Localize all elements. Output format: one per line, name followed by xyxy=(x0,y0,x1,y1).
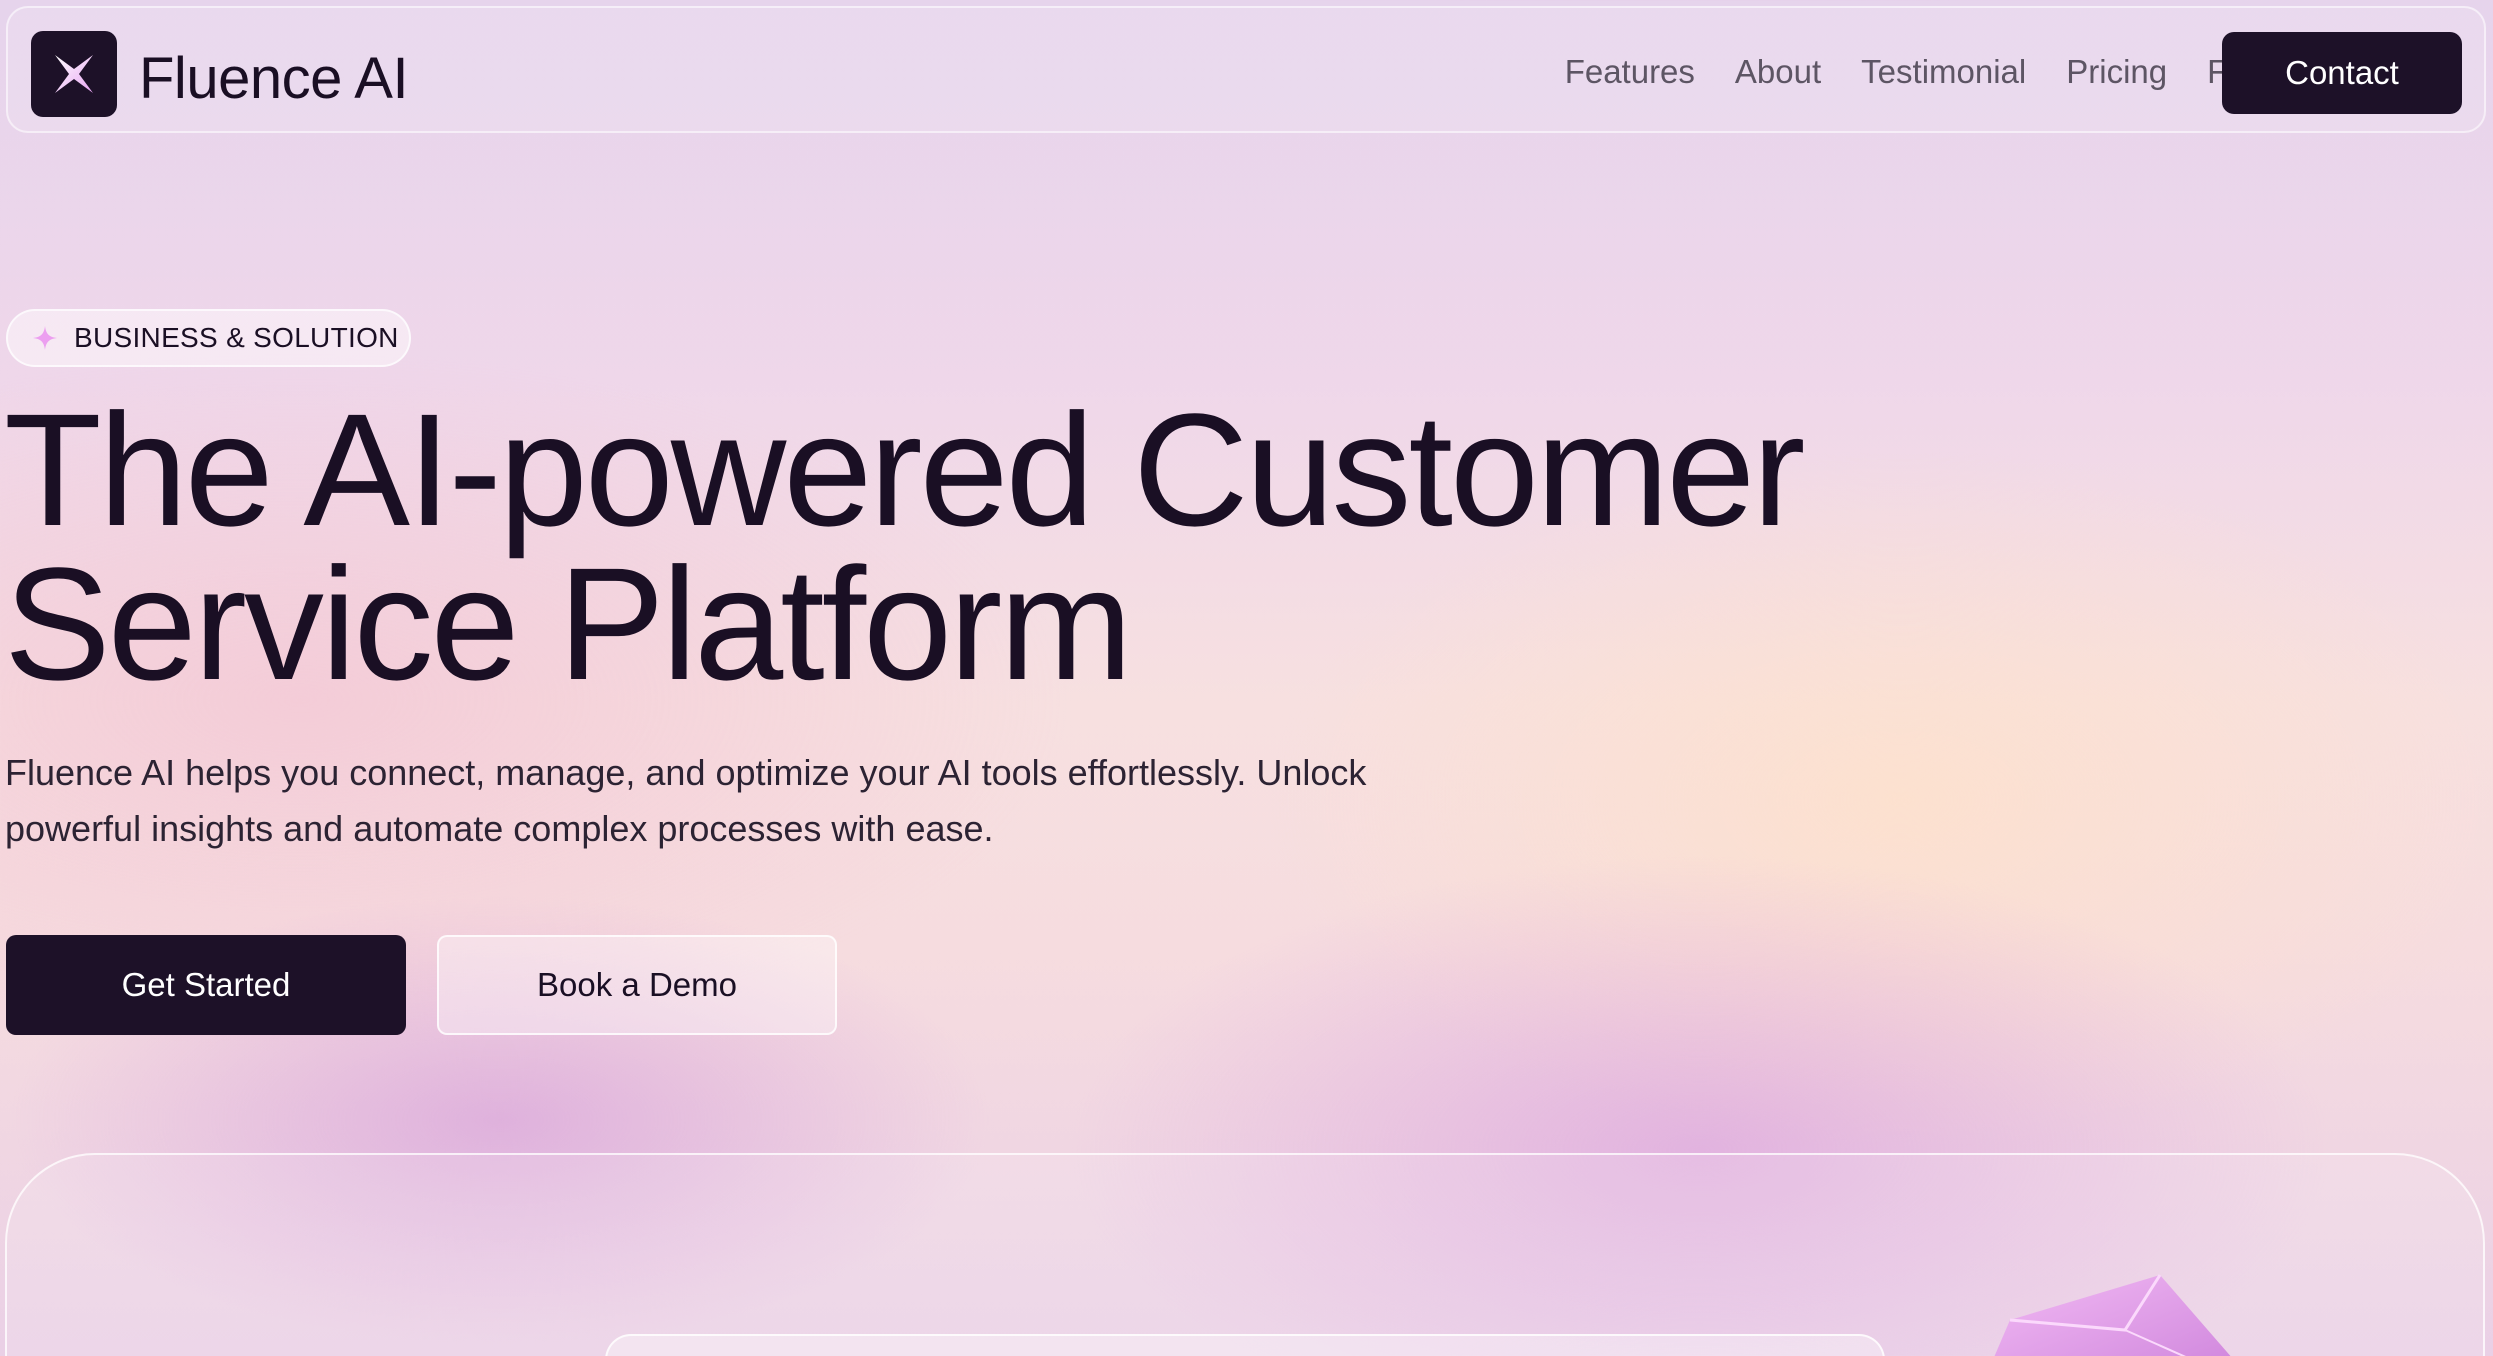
nav-link-pricing[interactable]: Pricing xyxy=(2066,53,2167,91)
category-badge: BUSINESS & SOLUTION xyxy=(6,309,411,367)
nav-link-testimonial[interactable]: Testimonial xyxy=(1861,53,2026,91)
crystal-decoration-icon xyxy=(1994,1274,2231,1356)
badge-label: BUSINESS & SOLUTION xyxy=(74,322,399,353)
nav-links: Features About Testimonial Pricing Faq xyxy=(1565,53,2264,91)
nav-link-about[interactable]: About xyxy=(1735,53,1821,91)
headline-line-2: Service Platform xyxy=(4,534,1133,713)
sparkle-icon xyxy=(33,326,57,350)
subtitle-line-2: powerful insights and automate complex p… xyxy=(5,808,994,849)
brand-name[interactable]: Fluence AI xyxy=(139,45,409,112)
headline-line-1: The AI-powered Customer xyxy=(4,380,1805,559)
navbar: Fluence AI Features About Testimonial Pr… xyxy=(6,6,2486,133)
x-star-icon xyxy=(55,55,93,93)
preview-window xyxy=(605,1334,1885,1356)
hero-headline: The AI-powered Customer Service Platform xyxy=(4,390,1805,704)
subtitle-line-1: Fluence AI helps you connect, manage, an… xyxy=(5,752,1367,793)
nav-link-features[interactable]: Features xyxy=(1565,53,1695,91)
contact-button[interactable]: Contact xyxy=(2222,32,2462,114)
book-demo-button[interactable]: Book a Demo xyxy=(437,935,837,1035)
get-started-button[interactable]: Get Started xyxy=(6,935,406,1035)
hero-subtitle: Fluence AI helps you connect, manage, an… xyxy=(5,745,1425,857)
logo[interactable] xyxy=(31,31,117,117)
